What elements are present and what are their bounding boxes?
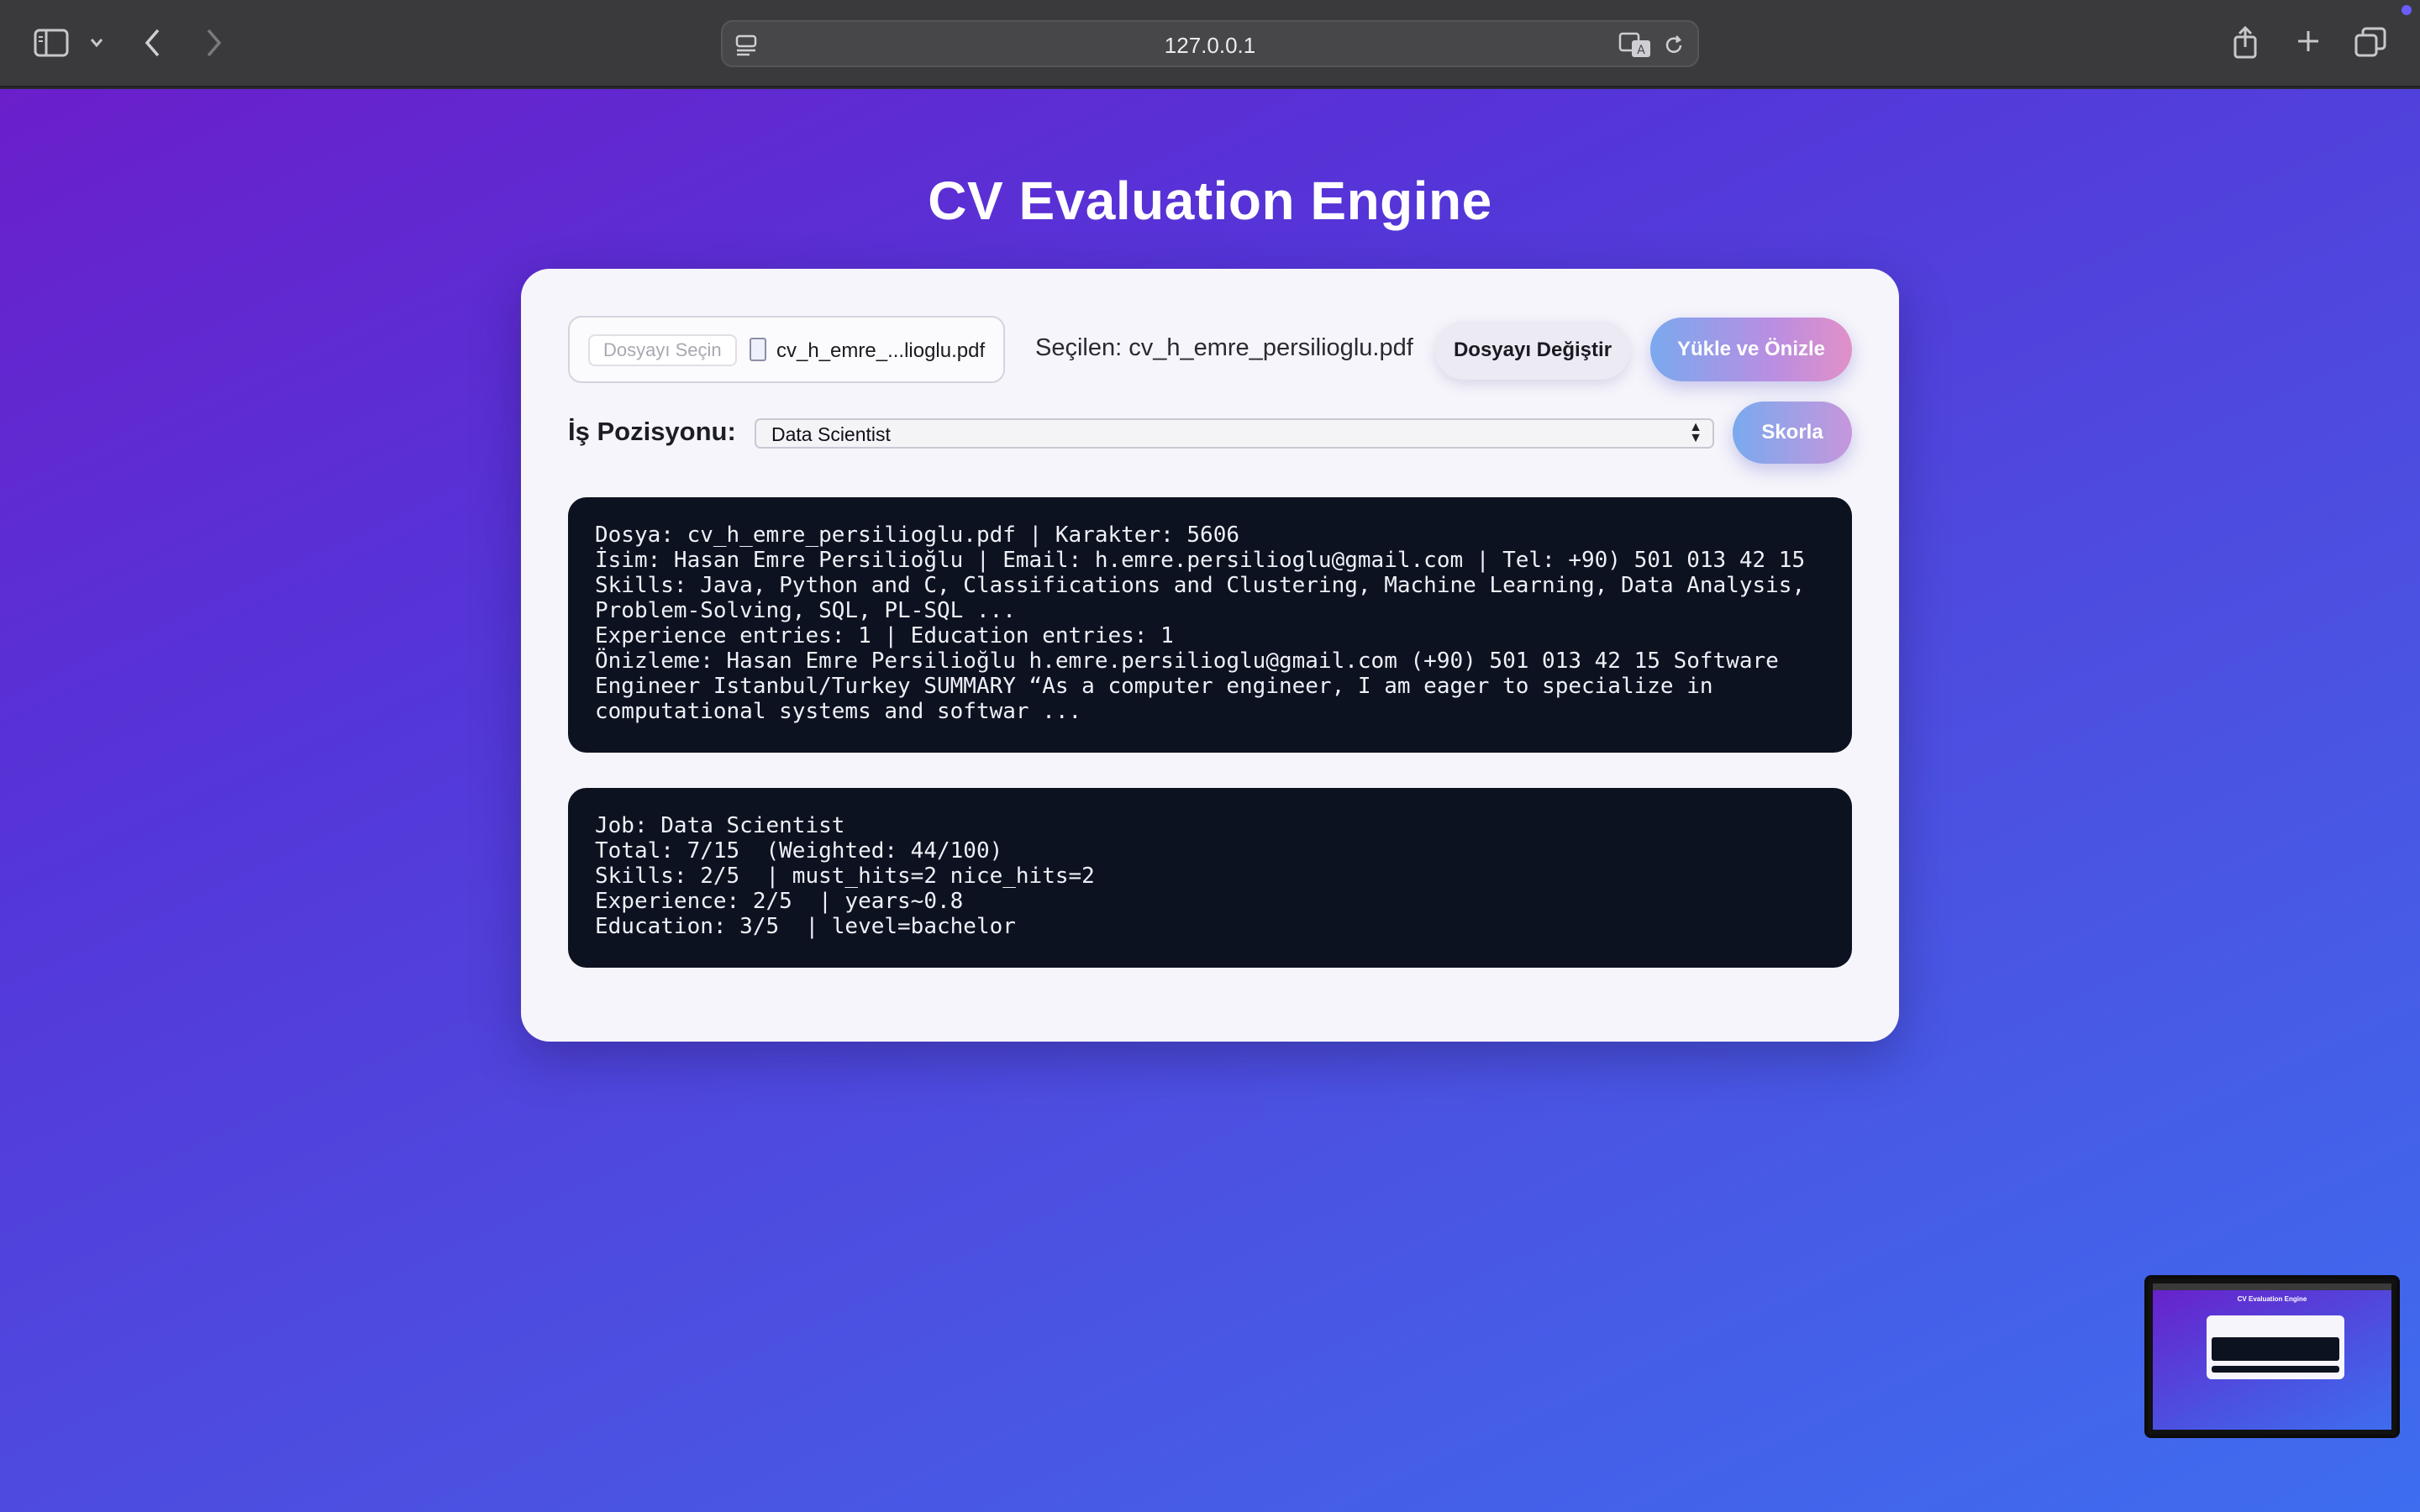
upload-preview-button[interactable]: Yükle ve Önizle xyxy=(1650,318,1852,381)
browser-toolbar: 127.0.0.1 A xyxy=(0,0,2420,87)
score-button[interactable]: Skorla xyxy=(1733,402,1852,464)
new-tab-icon[interactable] xyxy=(2296,29,2321,54)
forward-icon[interactable] xyxy=(203,27,224,59)
main-card: Dosyayı Seçin cv_h_emre_...lioglu.pdf Se… xyxy=(521,269,1899,1042)
job-position-select[interactable]: Data Scientist ▲ ▼ xyxy=(755,418,1714,449)
job-position-value: Data Scientist xyxy=(771,423,891,445)
reload-icon[interactable] xyxy=(1662,34,1686,57)
page-title: CV Evaluation Engine xyxy=(928,171,1492,231)
share-icon[interactable] xyxy=(2232,25,2259,60)
page-content: CV Evaluation Engine Dosyayı Seçin cv_h_… xyxy=(0,89,2420,1512)
chevron-down-icon[interactable] xyxy=(89,37,104,49)
choose-file-button[interactable]: Dosyayı Seçin xyxy=(588,334,737,366)
selected-file-label: Seçilen: cv_h_emre_persilioglu.pdf xyxy=(1035,334,1413,361)
url-text: 127.0.0.1 xyxy=(1164,33,1256,58)
job-position-label: İş Pozisyonu: xyxy=(568,417,736,446)
svg-text:A: A xyxy=(1637,44,1645,57)
change-file-button[interactable]: Dosyayı Değiştir xyxy=(1435,321,1630,380)
thumbnail-score-block xyxy=(2212,1366,2339,1373)
screenshot-thumbnail[interactable]: CV Evaluation Engine xyxy=(2144,1275,2400,1438)
preview-output: Dosya: cv_h_emre_persilioglu.pdf | Karak… xyxy=(568,497,1852,753)
back-icon[interactable] xyxy=(143,27,163,59)
score-output: Job: Data Scientist Total: 7/15 (Weighte… xyxy=(568,788,1852,968)
tab-overview-icon[interactable] xyxy=(2354,27,2386,57)
notification-dot xyxy=(2402,5,2412,15)
file-name: cv_h_emre_...lioglu.pdf xyxy=(776,339,986,362)
thumbnail-preview-block xyxy=(2212,1337,2339,1361)
thumbnail-title: CV Evaluation Engine xyxy=(2237,1295,2307,1303)
thumbnail-card xyxy=(2207,1315,2344,1379)
thumbnail-toolbar xyxy=(2153,1284,2391,1290)
thumbnail-content: CV Evaluation Engine xyxy=(2153,1284,2391,1430)
sidebar-toggle-icon[interactable] xyxy=(34,29,69,57)
address-bar[interactable]: 127.0.0.1 A xyxy=(721,20,1699,67)
file-input[interactable]: Dosyayı Seçin cv_h_emre_...lioglu.pdf xyxy=(568,316,1005,383)
pdf-file-icon xyxy=(750,338,766,361)
select-arrows-icon: ▲ ▼ xyxy=(1689,420,1702,445)
translate-icon[interactable]: A xyxy=(1618,32,1652,59)
